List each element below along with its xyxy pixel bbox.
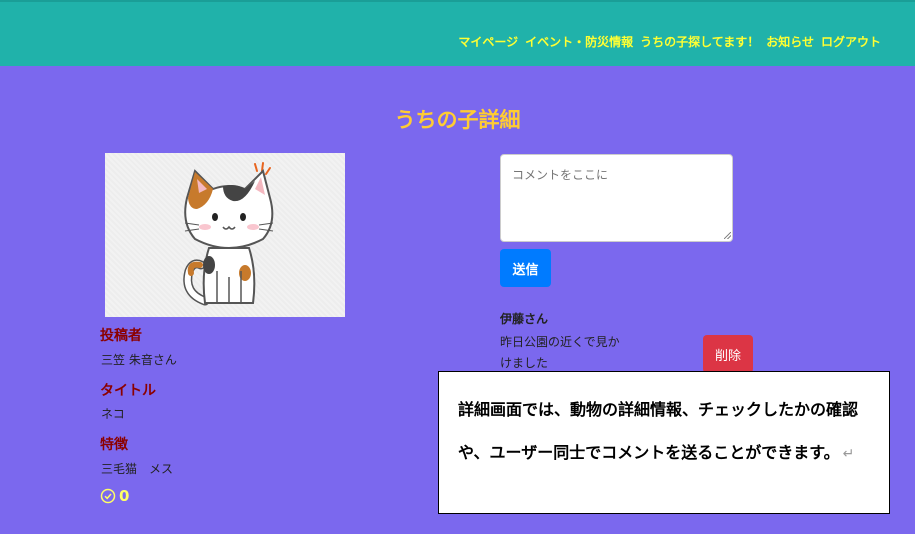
comment-input[interactable]: [500, 154, 733, 242]
callout-text: 詳細画面では、動物の詳細情報、チェックしたかの確認や、ユーザー同士でコメントを送…: [458, 400, 859, 462]
nav-item-logout[interactable]: ログアウト: [821, 33, 881, 50]
check-count: 0: [119, 487, 130, 505]
nav-item-lost-pets[interactable]: うちの子探してます！: [640, 33, 759, 50]
resize-handle-icon[interactable]: [724, 232, 731, 239]
poster-value: 三笠 朱音さん: [101, 353, 177, 367]
delete-comment-button[interactable]: 削除: [703, 335, 753, 373]
send-comment-button[interactable]: 送信: [500, 249, 551, 287]
feature-label: 特徴: [100, 437, 128, 453]
poster-label: 投稿者: [100, 328, 142, 344]
title-value: ネコ: [101, 407, 125, 421]
check-indicator[interactable]: 0: [100, 487, 129, 505]
pet-photo: [105, 153, 345, 317]
check-circle-icon: [100, 488, 116, 504]
nav-item-events[interactable]: イベント・防災情報: [525, 33, 633, 50]
comment-author: 伊藤さん: [500, 312, 549, 326]
calico-cat-illustration: [183, 162, 274, 306]
paragraph-mark-icon: ↵: [842, 446, 855, 462]
nav-links: マイページ イベント・防災情報 うちの子探してます！ お知らせ ログアウト: [458, 33, 881, 50]
nav-item-news[interactable]: お知らせ: [766, 33, 814, 50]
title-label: タイトル: [100, 383, 156, 399]
comment-text: 昨日公園の近くで見かけました: [500, 335, 620, 370]
top-navbar: マイページ イベント・防災情報 うちの子探してます！ お知らせ ログアウト: [0, 0, 915, 66]
nav-item-mypage[interactable]: マイページ: [458, 33, 518, 50]
page-title: うちの子詳細: [394, 108, 521, 132]
explanation-callout: 詳細画面では、動物の詳細情報、チェックしたかの確認や、ユーザー同士でコメントを送…: [438, 371, 890, 514]
feature-value: 三毛猫 メス: [101, 462, 174, 476]
